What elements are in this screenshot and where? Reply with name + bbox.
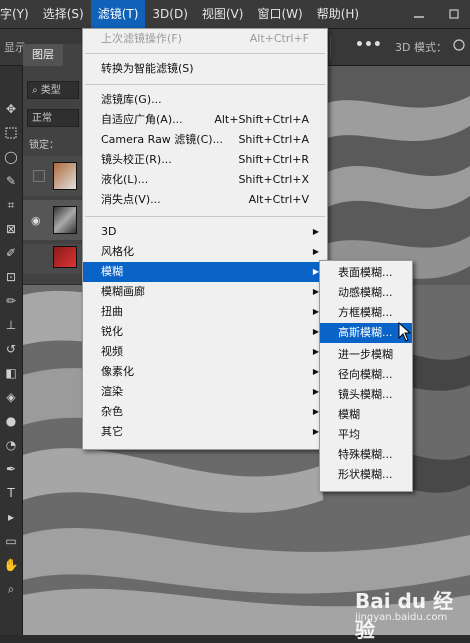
marquee-tool-icon[interactable]: [2, 124, 20, 142]
menu-view[interactable]: 视图(V): [195, 0, 251, 28]
quick-select-icon[interactable]: ✎: [2, 172, 20, 190]
visibility-toggle[interactable]: [33, 170, 45, 182]
hand-tool-icon[interactable]: ✋: [2, 556, 20, 574]
menu-item-blur[interactable]: 模糊 ▶: [83, 262, 327, 282]
layers-panel: 图层 ⌕ 类型 正常 锁定： ◉: [23, 44, 83, 284]
menu-item-lens-correction[interactable]: 镜头校正(R)... Shift+Ctrl+R: [83, 150, 327, 170]
menu-separator: [85, 53, 325, 54]
3d-orbit-icon[interactable]: [452, 37, 466, 53]
zoom-tool-icon[interactable]: ⌕: [2, 580, 20, 598]
eraser-icon[interactable]: ◧: [2, 364, 20, 382]
menu-item-video[interactable]: 视频 ▶: [83, 342, 327, 362]
submenu-arrow-icon: ▶: [312, 247, 319, 256]
blur-submenu: 表面模糊... 动感模糊... 方框模糊... 高斯模糊... 进一步模糊 径向…: [319, 260, 413, 492]
submenu-item-lens-blur[interactable]: 镜头模糊...: [320, 385, 412, 405]
menu-item-noise[interactable]: 杂色 ▶: [83, 402, 327, 422]
menu-help[interactable]: 帮助(H): [310, 0, 366, 28]
layer-row[interactable]: ◉: [23, 200, 83, 240]
lasso-tool-icon[interactable]: ◯: [2, 148, 20, 166]
menu-item-vanishing-point[interactable]: 消失点(V)... Alt+Ctrl+V: [83, 190, 327, 210]
mouse-cursor-icon: [398, 322, 412, 342]
menu-item-blur-gallery[interactable]: 模糊画廊 ▶: [83, 282, 327, 302]
layer-row[interactable]: [23, 244, 83, 274]
path-select-icon[interactable]: ▸: [2, 508, 20, 526]
menu-item-render[interactable]: 渲染 ▶: [83, 382, 327, 402]
submenu-item-box-blur[interactable]: 方框模糊...: [320, 303, 412, 323]
blur-tool-icon[interactable]: ●: [2, 412, 20, 430]
menu-item-stylize[interactable]: 风格化 ▶: [83, 242, 327, 262]
tools-panel: ✥ ◯ ✎ ⌗ ⊠ ✐ ⊡ ✏ ⊥ ↺ ◧ ◈ ● ◔ ✒ T ▸ ▭ ✋ ⌕: [0, 66, 23, 635]
submenu-item-blur[interactable]: 模糊: [320, 405, 412, 425]
submenu-item-average[interactable]: 平均: [320, 425, 412, 445]
menu-type[interactable]: 字(Y): [0, 0, 36, 28]
restore-icon[interactable]: [440, 0, 468, 28]
menu-bar: 字(Y) 选择(S) 滤镜(T) 3D(D) 视图(V) 窗口(W) 帮助(H): [0, 0, 470, 29]
history-brush-icon[interactable]: ↺: [2, 340, 20, 358]
menu-item-camera-raw[interactable]: Camera Raw 滤镜(C)... Shift+Ctrl+A: [83, 130, 327, 150]
menu-3d[interactable]: 3D(D): [145, 0, 194, 28]
menu-item-adaptive-wide-angle[interactable]: 自适应广角(A)... Alt+Shift+Ctrl+A: [83, 110, 327, 130]
frame-tool-icon[interactable]: ⊠: [2, 220, 20, 238]
submenu-item-smart-blur[interactable]: 特殊模糊...: [320, 445, 412, 465]
menu-item-pixelate[interactable]: 像素化 ▶: [83, 362, 327, 382]
minimize-icon[interactable]: [405, 0, 433, 28]
submenu-item-blur-more[interactable]: 进一步模糊: [320, 345, 412, 365]
menu-separator: [85, 84, 325, 85]
healing-brush-icon[interactable]: ⊡: [2, 268, 20, 286]
menu-item-filter-gallery[interactable]: 滤镜库(G)...: [83, 90, 327, 110]
submenu-arrow-icon: ▶: [312, 227, 319, 236]
type-tool-icon[interactable]: T: [2, 484, 20, 502]
3d-mode-label: 3D 模式：: [395, 41, 447, 54]
menu-item-convert-smart-filter[interactable]: 转换为智能滤镜(S): [83, 59, 327, 79]
search-icon: ⌕: [32, 85, 41, 96]
menu-window[interactable]: 窗口(W): [250, 0, 309, 28]
menu-item-3d[interactable]: 3D ▶: [83, 222, 327, 242]
canvas-image[interactable]: [320, 66, 470, 286]
menu-filter[interactable]: 滤镜(T): [90, 0, 146, 28]
tab-layers[interactable]: 图层: [23, 44, 63, 66]
menu-item-last-filter[interactable]: 上次滤镜操作(F) Alt+Ctrl+F: [83, 29, 327, 49]
menu-select[interactable]: 选择(S): [36, 0, 91, 28]
layer-thumbnail: [53, 162, 77, 190]
more-options-icon[interactable]: •••: [355, 37, 382, 53]
divider: [330, 35, 331, 59]
menu-separator: [85, 216, 325, 217]
pen-tool-icon[interactable]: ✒: [2, 460, 20, 478]
eye-icon[interactable]: ◉: [31, 214, 41, 227]
stamp-tool-icon[interactable]: ⊥: [2, 316, 20, 334]
move-tool-icon[interactable]: ✥: [2, 100, 20, 118]
brush-tool-icon[interactable]: ✏: [2, 292, 20, 310]
watermark-url: jingyan.baidu.com: [355, 612, 448, 623]
blend-mode-select[interactable]: 正常: [27, 109, 79, 127]
eyedropper-icon[interactable]: ✐: [2, 244, 20, 262]
menu-item-sharpen[interactable]: 锐化 ▶: [83, 322, 327, 342]
lock-label: 锁定：: [29, 140, 59, 151]
dodge-tool-icon[interactable]: ◔: [2, 436, 20, 454]
menu-item-distort[interactable]: 扭曲 ▶: [83, 302, 327, 322]
layer-kind-filter[interactable]: ⌕ 类型: [27, 81, 79, 99]
rectangle-tool-icon[interactable]: ▭: [2, 532, 20, 550]
submenu-item-radial-blur[interactable]: 径向模糊...: [320, 365, 412, 385]
submenu-item-shape-blur[interactable]: 形状模糊...: [320, 465, 412, 485]
layer-row[interactable]: [23, 156, 83, 196]
layer-thumbnail: [53, 246, 77, 268]
crop-tool-icon[interactable]: ⌗: [2, 196, 20, 214]
submenu-item-surface-blur[interactable]: 表面模糊...: [320, 263, 412, 283]
paint-bucket-icon[interactable]: ◈: [2, 388, 20, 406]
submenu-item-motion-blur[interactable]: 动感模糊...: [320, 283, 412, 303]
menu-item-other[interactable]: 其它 ▶: [83, 422, 327, 442]
layer-thumbnail: [53, 206, 77, 234]
filter-menu: 上次滤镜操作(F) Alt+Ctrl+F 转换为智能滤镜(S) 滤镜库(G)..…: [82, 28, 328, 450]
menu-item-liquify[interactable]: 液化(L)... Shift+Ctrl+X: [83, 170, 327, 190]
